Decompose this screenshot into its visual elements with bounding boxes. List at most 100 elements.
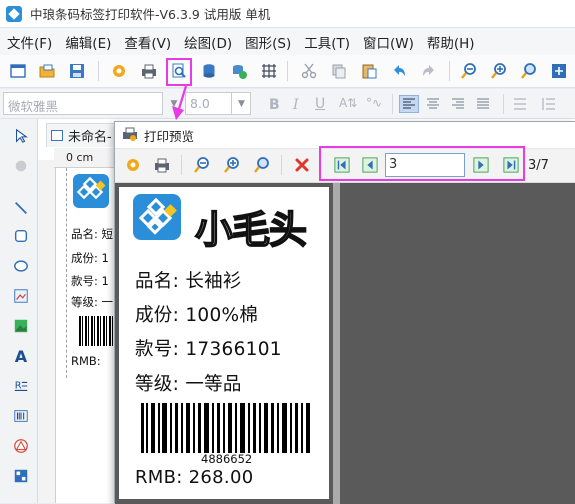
grid-icon[interactable] bbox=[258, 60, 280, 82]
format-toolbar: 微软雅黑 ▼ 8.0 ▼ B I U A⇅ °∿ bbox=[0, 89, 575, 119]
label-line-price: RMB: bbox=[71, 354, 101, 368]
fit-page-icon[interactable] bbox=[548, 60, 570, 82]
page-count: 3/7 bbox=[528, 158, 549, 173]
text-icon[interactable]: A bbox=[10, 345, 32, 367]
zoom-in-icon[interactable] bbox=[221, 154, 243, 176]
cut-icon[interactable] bbox=[298, 60, 320, 82]
triangle-icon[interactable] bbox=[10, 435, 32, 457]
line-icon[interactable] bbox=[10, 197, 32, 219]
rich-text-icon[interactable]: R bbox=[10, 375, 32, 397]
toolbar-separator bbox=[287, 61, 288, 81]
grade-line: 等级: 一等品 bbox=[135, 374, 242, 395]
qrcode-icon[interactable] bbox=[10, 465, 32, 487]
document-tab[interactable]: 未命名- bbox=[46, 123, 118, 147]
ellipse-icon[interactable] bbox=[10, 255, 32, 277]
material-line: 成份: 100%棉 bbox=[135, 305, 259, 326]
underline-icon[interactable]: U bbox=[315, 96, 325, 112]
zoom-out-icon[interactable] bbox=[458, 60, 480, 82]
app-logo-icon bbox=[6, 5, 22, 22]
print-icon[interactable] bbox=[138, 60, 160, 82]
vertical-ruler bbox=[38, 160, 56, 503]
page-navigation-highlight bbox=[319, 146, 525, 181]
line-spacing-icon[interactable] bbox=[540, 96, 558, 116]
toolbar-separator bbox=[503, 94, 504, 114]
save-icon[interactable] bbox=[66, 60, 88, 82]
menu-shape[interactable]: 图形(S) bbox=[238, 32, 297, 52]
menu-tools[interactable]: 工具(T) bbox=[297, 32, 356, 52]
menu-file[interactable]: 文件(F) bbox=[0, 32, 58, 52]
preview-canvas[interactable]: 小毛头 品名: 长袖衫 成份: 100%棉 款号: 17366101 等级: 一… bbox=[115, 183, 575, 504]
paste-icon[interactable] bbox=[358, 60, 380, 82]
label-barcode-small bbox=[79, 316, 115, 346]
toolbar-separator bbox=[449, 61, 450, 81]
label-design-partial[interactable]: 品名: 短 成份: 1 款号: 1 等级: 一 RMB: bbox=[66, 168, 121, 378]
align-center-icon[interactable] bbox=[424, 96, 442, 116]
open-icon[interactable] bbox=[36, 60, 58, 82]
size-dropdown-icon[interactable]: ▼ bbox=[231, 92, 251, 115]
rounded-rect-icon[interactable] bbox=[10, 225, 32, 247]
label-line-2: 成份: 1 bbox=[71, 251, 109, 265]
zoom-icon[interactable] bbox=[518, 60, 540, 82]
menu-edit[interactable]: 编辑(E) bbox=[58, 32, 117, 52]
toolbar-separator bbox=[281, 155, 282, 175]
align-left-icon[interactable] bbox=[399, 95, 419, 113]
select-arrow-icon[interactable] bbox=[10, 125, 32, 147]
menu-draw[interactable]: 绘图(D) bbox=[177, 32, 238, 52]
label-logo-small bbox=[73, 174, 109, 208]
print-settings-icon[interactable] bbox=[122, 154, 144, 176]
barcode-icon[interactable] bbox=[10, 405, 32, 427]
preview-button-highlight bbox=[166, 58, 192, 86]
bold-icon[interactable]: B bbox=[269, 97, 280, 113]
preview-title: 打印预览 bbox=[144, 128, 195, 144]
menu-bar: 文件(F) 编辑(E) 查看(V) 绘图(D) 图形(S) 工具(T) 窗口(W… bbox=[0, 28, 575, 55]
zoom-actual-icon[interactable] bbox=[251, 154, 273, 176]
settings-icon[interactable] bbox=[108, 60, 130, 82]
italic-icon[interactable]: I bbox=[293, 97, 299, 113]
text-effect-icon[interactable]: °∿ bbox=[366, 96, 382, 110]
label-line-4: 等级: 一 bbox=[71, 295, 114, 309]
style-number-line: 款号: 17366101 bbox=[135, 339, 282, 360]
price-line: RMB: 268.00 bbox=[135, 467, 254, 488]
print-icon[interactable] bbox=[151, 154, 173, 176]
preview-window-icon bbox=[122, 127, 138, 143]
toolbar-separator bbox=[98, 61, 99, 81]
main-toolbar bbox=[0, 55, 575, 88]
document-tab-label: 未命名- bbox=[68, 130, 112, 145]
drawing-tools-sidebar: A R bbox=[0, 119, 38, 503]
copy-icon[interactable] bbox=[328, 60, 350, 82]
font-family-select[interactable]: 微软雅黑 bbox=[3, 92, 163, 115]
menu-window[interactable]: 窗口(W) bbox=[356, 32, 420, 52]
menu-view[interactable]: 查看(V) bbox=[117, 32, 177, 52]
database-link-icon[interactable] bbox=[228, 60, 250, 82]
close-preview-icon[interactable] bbox=[291, 154, 313, 176]
database-icon[interactable] bbox=[198, 60, 220, 82]
pointer-arrow-icon bbox=[172, 85, 188, 120]
label-line-3: 款号: 1 bbox=[71, 274, 109, 288]
toolbar-separator bbox=[181, 155, 182, 175]
pan-icon[interactable] bbox=[10, 155, 32, 177]
redo-icon[interactable] bbox=[418, 60, 440, 82]
title-bar: 中琅条码标签打印软件-V6.3.9 试用版 单机 bbox=[0, 0, 575, 28]
brand-logo-text: 小毛头 bbox=[194, 207, 308, 253]
text-rotate-icon[interactable]: A⇅ bbox=[339, 96, 357, 110]
align-justify-icon[interactable] bbox=[474, 96, 492, 116]
preview-label-page: 小毛头 品名: 长袖衫 成份: 100%棉 款号: 17366101 等级: 一… bbox=[119, 187, 329, 499]
preview-scroll-shadow bbox=[333, 183, 340, 504]
document-icon bbox=[51, 130, 63, 141]
align-right-icon[interactable] bbox=[449, 96, 467, 116]
undo-icon[interactable] bbox=[388, 60, 410, 82]
zoom-in-icon[interactable] bbox=[488, 60, 510, 82]
image-icon[interactable] bbox=[10, 285, 32, 307]
zoom-out-icon[interactable] bbox=[191, 154, 213, 176]
barcode bbox=[141, 403, 310, 453]
preview-title-bar: 打印预览 bbox=[115, 122, 575, 149]
spacing-icon[interactable] bbox=[511, 96, 529, 116]
menu-help[interactable]: 帮助(H) bbox=[420, 32, 481, 52]
label-logo-icon bbox=[133, 194, 181, 240]
new-icon[interactable] bbox=[7, 60, 29, 82]
barcode-number: 4886652 bbox=[201, 452, 253, 466]
product-name-line: 品名: 长袖衫 bbox=[135, 271, 242, 292]
label-line-1: 品名: 短 bbox=[71, 227, 114, 241]
toolbar-separator bbox=[392, 94, 393, 114]
picture-icon[interactable] bbox=[10, 315, 32, 337]
